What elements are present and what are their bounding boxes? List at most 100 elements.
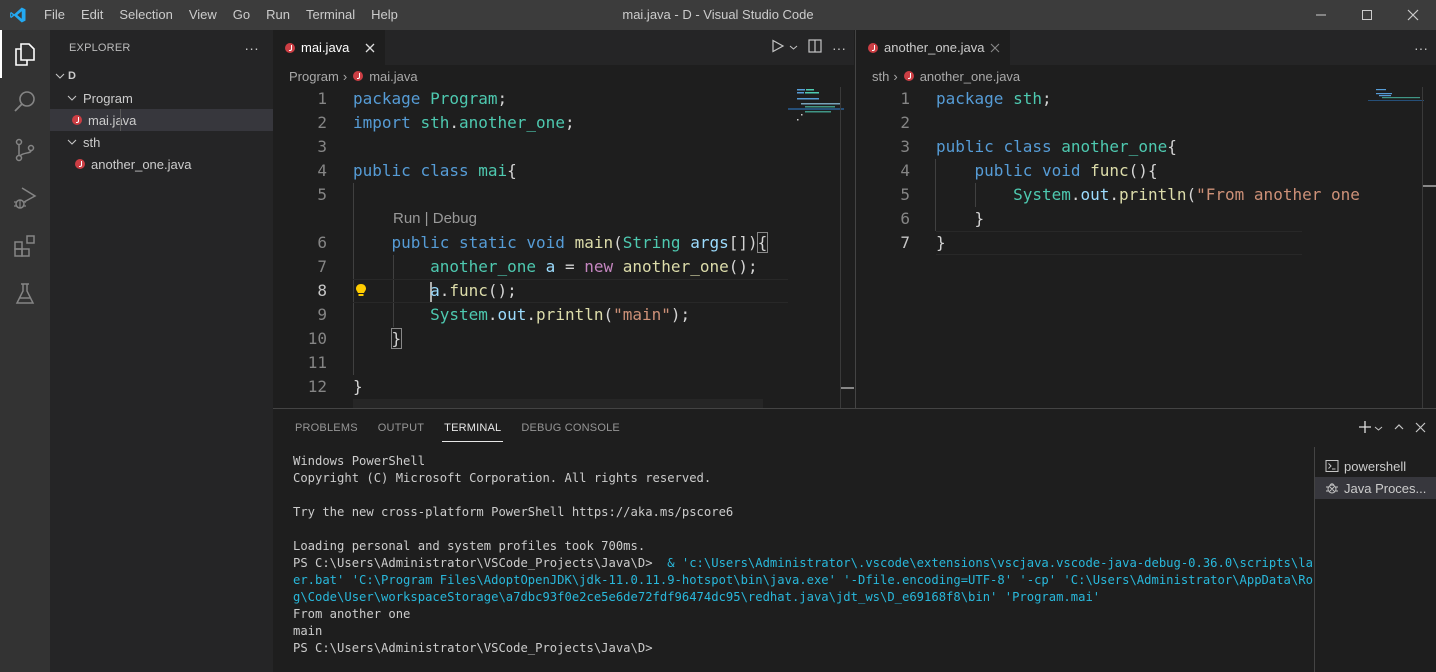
breadcrumb-file[interactable]: another_one.java [920, 69, 1020, 84]
activity-explorer[interactable] [0, 30, 50, 78]
chevron-right-icon: › [342, 68, 348, 84]
tree-folder-sth[interactable]: sth [50, 131, 273, 153]
close-window-button[interactable] [1390, 0, 1436, 30]
code-line: 5 [273, 183, 854, 207]
editor-group-right: another_one.java ··· sth › another_one.j… [855, 30, 1436, 408]
code-line: 3 public class another_one{ [856, 135, 1368, 159]
code-editor[interactable]: 1 package sth; 2 3 public class another_on… [856, 87, 1368, 255]
split-editor-icon [808, 39, 822, 53]
minimap[interactable] [1368, 87, 1424, 408]
tab-debug-console[interactable]: DEBUG CONSOLE [511, 409, 630, 447]
line-number: 3 [900, 137, 910, 156]
terminal-dropdown-button[interactable] [1374, 420, 1383, 436]
tab-label: another_one.java [884, 40, 985, 55]
tab-output[interactable]: OUTPUT [368, 409, 434, 447]
tree-root-d[interactable]: D [50, 65, 273, 87]
code-line: 5 System.out.println("From another one [856, 183, 1368, 207]
chevron-up-icon [1394, 424, 1404, 430]
menu-file[interactable]: File [36, 0, 73, 30]
code-line: 1 package sth; [856, 87, 1368, 111]
vertical-scrollbar[interactable] [1422, 87, 1436, 408]
tab-another-one-java[interactable]: another_one.java [856, 30, 1011, 65]
tab-problems[interactable]: PROBLEMS [285, 409, 368, 447]
title-bar: File Edit Selection View Go Run Terminal… [0, 0, 1436, 30]
java-file-icon [75, 159, 85, 169]
tab-mai-java[interactable]: mai.java [273, 30, 386, 65]
editor-more-button[interactable]: ··· [1414, 40, 1428, 56]
breadcrumb-folder[interactable]: sth [872, 69, 889, 84]
maximize-icon [1362, 10, 1372, 20]
java-file-icon [72, 115, 82, 125]
line-number: 5 [900, 185, 910, 204]
split-editor-button[interactable] [808, 39, 822, 56]
chevron-down-icon [1374, 426, 1383, 431]
menu-view[interactable]: View [181, 0, 225, 30]
menu-run[interactable]: Run [258, 0, 298, 30]
line-number: 11 [307, 353, 327, 372]
minimize-icon [1316, 14, 1326, 16]
debug-icon [1326, 483, 1338, 494]
line-number: 7 [900, 233, 910, 252]
terminal-item-java-process[interactable]: Java Proces... [1315, 477, 1436, 499]
menu-edit[interactable]: Edit [73, 0, 111, 30]
close-panel-button[interactable] [1415, 420, 1426, 436]
new-terminal-button[interactable] [1358, 420, 1372, 437]
activity-source-control[interactable] [0, 126, 50, 174]
activity-run-debug[interactable] [0, 174, 50, 222]
close-tab-button[interactable] [365, 40, 375, 56]
terminal-item-label: powershell [1344, 458, 1407, 474]
explorer-sidebar: EXPLORER ··· D Program mai.java sth anot… [50, 30, 273, 672]
chevron-down-icon [64, 137, 80, 147]
maximize-button[interactable] [1344, 0, 1390, 30]
activity-testing[interactable] [0, 270, 50, 318]
line-number: 8 [317, 281, 327, 300]
codelens-run-debug[interactable]: Run | Debug [273, 207, 854, 231]
breadcrumb-file[interactable]: mai.java [369, 69, 417, 84]
flask-icon [15, 283, 35, 304]
code-line: 12} [273, 375, 854, 399]
breadcrumb: sth › another_one.java [856, 65, 1436, 87]
close-tab-button[interactable] [990, 40, 1000, 56]
editor-more-button[interactable]: ··· [832, 40, 846, 56]
run-dropdown-button[interactable] [789, 40, 798, 55]
menu-terminal[interactable]: Terminal [298, 0, 363, 30]
tree-file-another-one-java[interactable]: another_one.java [50, 153, 273, 175]
more-actions-button[interactable]: ··· [244, 40, 259, 56]
menu-go[interactable]: Go [225, 0, 258, 30]
minimize-button[interactable] [1298, 0, 1344, 30]
activity-search[interactable] [0, 78, 50, 126]
tab-terminal[interactable]: TERMINAL [434, 409, 511, 447]
close-icon [991, 43, 1000, 52]
run-button[interactable] [771, 39, 785, 56]
java-file-icon [903, 71, 914, 81]
activity-extensions[interactable] [0, 222, 50, 270]
line-number: 4 [900, 161, 910, 180]
search-icon [14, 91, 35, 112]
lightbulb-icon[interactable] [355, 283, 367, 299]
terminal-item-label: Java Proces... [1344, 480, 1427, 496]
java-file-icon [868, 42, 878, 53]
tree-file-label: another_one.java [91, 156, 192, 172]
tree-file-mai-java[interactable]: mai.java [50, 109, 273, 131]
maximize-panel-button[interactable] [1393, 420, 1405, 436]
line-number: 7 [317, 257, 327, 276]
breadcrumb-folder[interactable]: Program [289, 69, 339, 84]
line-number: 4 [317, 161, 327, 180]
terminal-icon [1325, 460, 1339, 472]
vertical-scrollbar[interactable] [840, 87, 854, 408]
terminal-command-line: g\Code\User\workspaceStorage\a7dbc93f0e2… [293, 589, 1313, 606]
terminal-list: powershell Java Proces... [1314, 447, 1436, 672]
close-icon [1415, 422, 1426, 433]
tree-folder-program[interactable]: Program [50, 87, 273, 109]
menu-help[interactable]: Help [363, 0, 406, 30]
minimap[interactable] [788, 87, 844, 408]
line-number: 1 [900, 89, 910, 108]
terminal-output[interactable]: Windows PowerShell Copyright (C) Microso… [293, 453, 1313, 657]
line-number: 9 [317, 305, 327, 324]
panel-tabs: PROBLEMS OUTPUT TERMINAL DEBUG CONSOLE [273, 409, 1436, 447]
menu-selection[interactable]: Selection [111, 0, 180, 30]
code-editor[interactable]: 1 package Program; 2 import sth.another_on… [273, 87, 854, 409]
terminal-item-powershell[interactable]: powershell [1315, 455, 1436, 477]
terminal-command-line: er.bat' 'C:\Program Files\AdoptOpenJDK\j… [293, 572, 1313, 589]
